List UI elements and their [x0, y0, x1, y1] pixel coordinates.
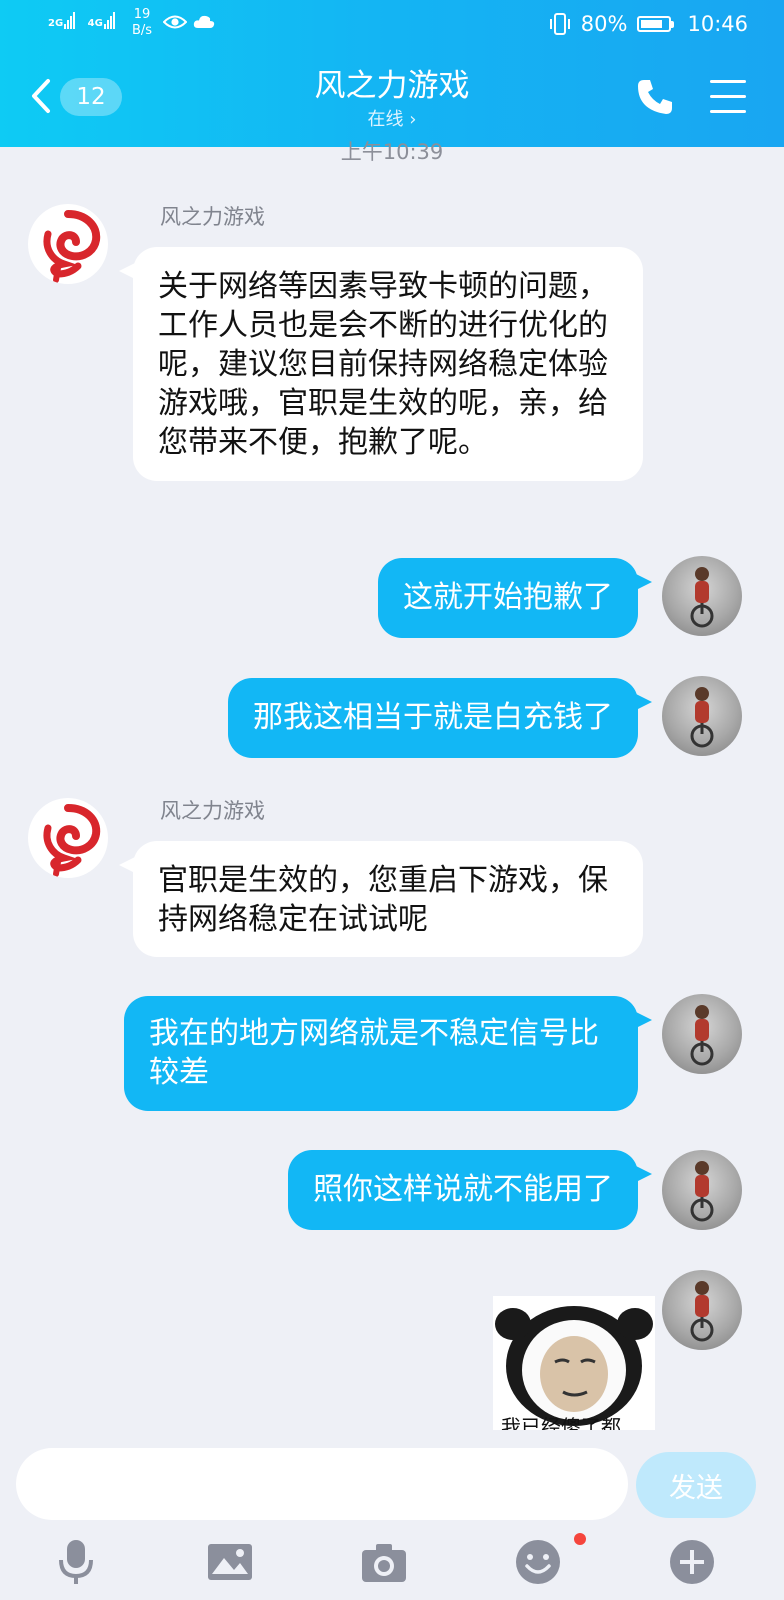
notification-dot [574, 1533, 586, 1545]
logo-icon [43, 804, 101, 877]
plus-icon[interactable] [668, 1538, 716, 1586]
chat-header: 2G 4G 19 B/s 80% 10:46 12 风之力游戏 在线 › [0, 0, 784, 147]
status-right: 80% 10:46 [549, 9, 748, 39]
cyclist-photo [690, 687, 714, 748]
logo-icon [43, 210, 101, 283]
status-bar: 2G 4G 19 B/s 80% 10:46 [0, 0, 784, 48]
vibrate-icon [549, 13, 570, 35]
signal-bars-icon [103, 12, 116, 29]
network-type-1: 2G [48, 18, 64, 29]
user-avatar[interactable] [662, 1270, 742, 1350]
user-avatar[interactable] [662, 676, 742, 756]
message-bubble-incoming[interactable]: 官职是生效的，您重启下游戏，保持网络稳定在试试呢 [119, 841, 643, 957]
send-button[interactable]: 发送 [636, 1452, 756, 1518]
battery-icon [637, 16, 675, 32]
message-timestamp: 上午10:39 [340, 140, 444, 164]
cyclist-photo [690, 1161, 714, 1222]
sender-name: 风之力游戏 [160, 799, 265, 823]
network-speed-value: 19 [133, 7, 151, 22]
message-bubble-outgoing[interactable]: 那我这相当于就是白充钱了 [228, 678, 652, 758]
phone-icon[interactable] [636, 78, 674, 116]
battery-level [641, 20, 663, 28]
network-speed-unit: B/s [132, 23, 153, 38]
message-input[interactable] [16, 1448, 628, 1520]
panda-sticker[interactable]: 我已经傻了都 [493, 1296, 655, 1430]
contact-avatar[interactable] [28, 798, 108, 878]
camera-icon[interactable] [360, 1538, 408, 1586]
input-bar: 发送 [0, 1436, 784, 1600]
signal-indicators: 2G 4G [48, 12, 116, 29]
message-bubble-incoming[interactable]: 关于网络等因素导致卡顿的问题，工作人员也是会不断的进行优化的呢，建议您目前保持网… [119, 247, 643, 481]
user-avatar[interactable] [662, 556, 742, 636]
emoji-icon[interactable] [514, 1538, 562, 1586]
cyclist-photo [690, 567, 714, 628]
user-avatar[interactable] [662, 1150, 742, 1230]
microphone-icon[interactable] [52, 1538, 100, 1586]
network-type-2: 4G [87, 18, 103, 29]
online-status-label: 在线 [367, 109, 404, 130]
user-avatar[interactable] [662, 994, 742, 1074]
sender-name: 风之力游戏 [160, 205, 265, 229]
cyclist-photo [690, 1281, 714, 1342]
chevron-right-icon: › [409, 109, 417, 130]
message-bubble-outgoing[interactable]: 我在的地方网络就是不稳定信号比较差 [124, 996, 652, 1111]
network-speed: 19 B/s [132, 7, 152, 39]
cloud-icon [193, 15, 215, 28]
cyclist-photo [690, 1005, 714, 1066]
menu-icon[interactable] [710, 80, 746, 125]
panda-face-image [495, 1306, 653, 1426]
clock: 10:46 [687, 12, 748, 36]
contact-avatar[interactable] [28, 204, 108, 284]
eye-icon [163, 15, 187, 29]
message-bubble-outgoing[interactable]: 这就开始抱歉了 [378, 558, 652, 638]
battery-percent: 80% [580, 12, 628, 36]
message-bubble-outgoing[interactable]: 照你这样说就不能用了 [288, 1150, 652, 1230]
image-icon[interactable] [206, 1538, 254, 1586]
signal-bars-icon [64, 12, 76, 29]
sticker-caption: 我已经傻了都 [501, 1415, 621, 1430]
